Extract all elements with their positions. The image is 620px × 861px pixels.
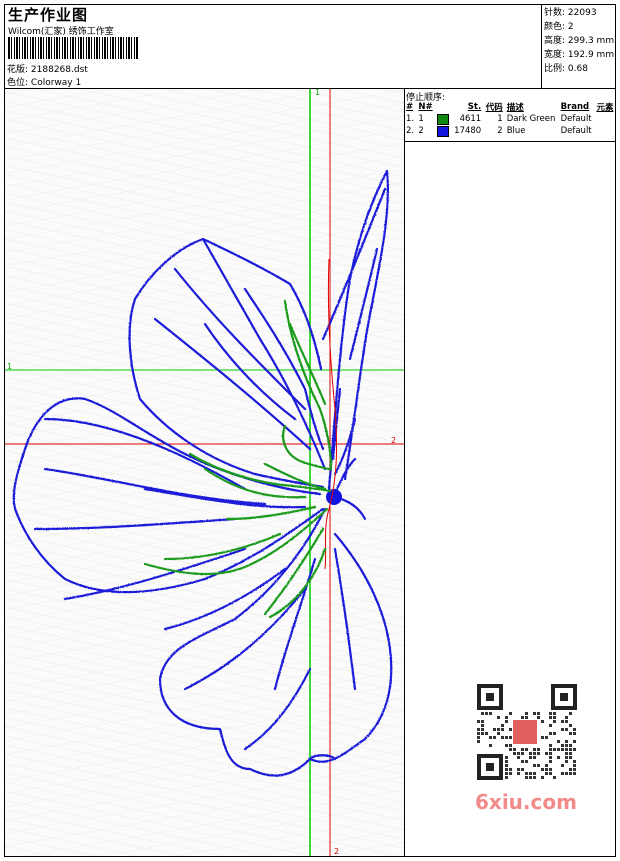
stat-height: 高度: 299.3 mm [544, 36, 615, 46]
col-code: 代码 [485, 103, 503, 113]
stat-scale: 比例: 0.68 [544, 64, 588, 74]
design-file-row: 花版: 2188268.dst [7, 62, 88, 75]
colorway-label: 色位: [7, 78, 29, 88]
col-element: 元素 [596, 103, 614, 113]
page-title: 生产作业图 [8, 6, 89, 24]
stop-sequence-table: # N# St. 代码 描述 Brand 元素 1. 1 4611 1 Dark… [404, 101, 616, 137]
stops-divider [404, 141, 616, 142]
color-swatch [437, 113, 450, 125]
guide-label-h2: 2 [391, 436, 396, 445]
col-stitches: St. [467, 102, 482, 112]
col-n: N# [418, 102, 433, 112]
stat-stitches: 针数: 22093 [544, 8, 597, 18]
colorway-row: 色位: Colorway 1 [7, 75, 81, 88]
blue-thread-layer [12, 169, 393, 777]
green-thread-layer [143, 299, 333, 619]
table-row: 1. 1 4611 1 Dark Green Default [406, 113, 592, 125]
software-name: Wilcom(汇家) 绣饰工作室 [8, 27, 114, 37]
col-brand: Brand [560, 102, 590, 112]
guide-label-h1: 1 [7, 362, 12, 371]
stop-sequence-header: # N# St. 代码 描述 Brand 元素 [404, 101, 616, 113]
stats-divider [541, 4, 542, 88]
col-index: # [406, 102, 414, 112]
colorway-value: Colorway 1 [30, 78, 82, 88]
stat-colors: 颜色: 2 [544, 22, 574, 32]
guide-label-v2: 2 [334, 847, 339, 856]
watermark-text: 6xiu.com [475, 790, 577, 814]
guide-label-v1: 1 [315, 89, 320, 97]
table-row: 2. 2 17480 2 Blue Default [406, 125, 592, 137]
design-label: 花版: [7, 65, 29, 75]
design-divider [404, 88, 405, 857]
embroidery-drawing: 1 1 2 2 [5, 89, 404, 856]
col-swatch [435, 101, 451, 113]
qr-code [473, 682, 579, 782]
color-swatch [437, 125, 450, 137]
barcode [8, 37, 138, 59]
design-stats: 针数: 22093 颜色: 2 高度: 299.3 mm 宽度: 192.9 m… [544, 6, 614, 76]
stat-width: 宽度: 192.9 mm [544, 50, 615, 60]
design-file: 2188268.dst [30, 65, 88, 75]
embroidery-design-area: 1 1 2 2 [5, 89, 404, 856]
col-desc: 描述 [506, 103, 524, 113]
